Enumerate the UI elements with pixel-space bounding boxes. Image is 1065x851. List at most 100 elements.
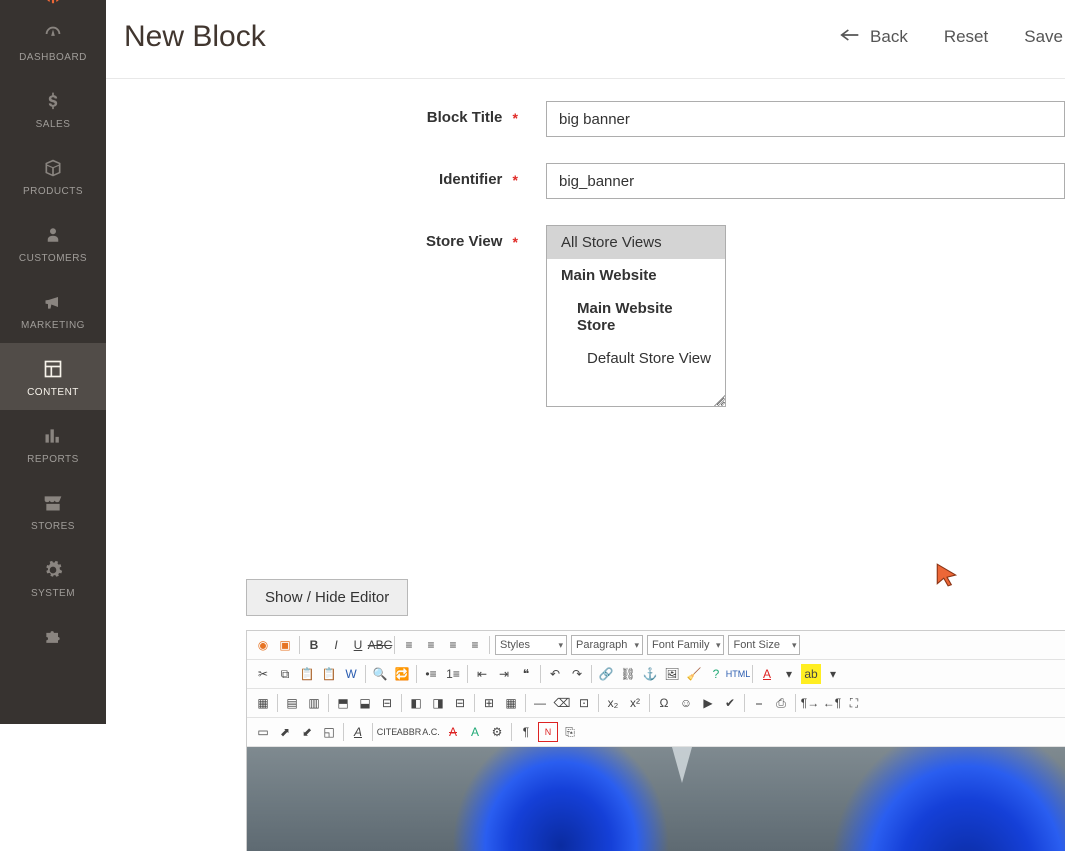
sidebar-item-dashboard[interactable]: DASHBOARD: [0, 8, 106, 75]
remove-format-icon[interactable]: ⌫: [552, 693, 572, 713]
styleprops-icon[interactable]: A: [348, 722, 368, 742]
template-icon[interactable]: ⎘: [560, 722, 580, 742]
bullet-list-icon[interactable]: •≡: [421, 664, 441, 684]
outdent-icon[interactable]: ⇤: [472, 664, 492, 684]
sub-icon[interactable]: x₂: [603, 693, 623, 713]
store-option-website[interactable]: Main Website: [547, 259, 725, 292]
sidebar-item-content[interactable]: CONTENT: [0, 343, 106, 410]
block-title-input[interactable]: [546, 101, 1065, 137]
visualchars-icon[interactable]: ¶: [516, 722, 536, 742]
sidebar-item-reports[interactable]: REPORTS: [0, 410, 106, 477]
dropdown-icon[interactable]: ▾: [779, 664, 799, 684]
merge-cells-icon[interactable]: ▦: [501, 693, 521, 713]
row-props-icon[interactable]: ▤: [282, 693, 302, 713]
hr-icon[interactable]: —: [530, 693, 550, 713]
unlink-icon[interactable]: ⛓: [618, 664, 638, 684]
media-icon[interactable]: ▶: [698, 693, 718, 713]
sidebar-item-stores[interactable]: STORES: [0, 477, 106, 544]
forecolor-icon[interactable]: A: [757, 664, 777, 684]
toggle-editor-button[interactable]: Show / Hide Editor: [246, 579, 408, 616]
row-before-icon[interactable]: ⬒: [333, 693, 353, 713]
back-button[interactable]: Back: [840, 27, 908, 47]
magento-widget-icon[interactable]: ▣: [275, 635, 295, 655]
align-center-icon[interactable]: ≡: [421, 635, 441, 655]
move-backward-icon[interactable]: ⬋: [297, 722, 317, 742]
format-select[interactable]: Paragraph: [571, 635, 643, 655]
find-icon[interactable]: 🔍: [370, 664, 390, 684]
backcolor-icon[interactable]: ab: [801, 664, 821, 684]
store-option-store[interactable]: Main Website Store: [547, 292, 725, 342]
store-option-all[interactable]: All Store Views: [547, 226, 725, 259]
iespell-icon[interactable]: ✔: [720, 693, 740, 713]
styles-select[interactable]: Styles: [495, 635, 567, 655]
cell-props-icon[interactable]: ▥: [304, 693, 324, 713]
identifier-input[interactable]: [546, 163, 1065, 199]
del-icon[interactable]: A: [443, 722, 463, 742]
widget-icon[interactable]: ◉: [253, 635, 273, 655]
abbr-icon[interactable]: ABBR: [399, 722, 419, 742]
move-forward-icon[interactable]: ⬈: [275, 722, 295, 742]
paste-text-icon[interactable]: 📋: [319, 664, 339, 684]
attribs-icon[interactable]: ⚙: [487, 722, 507, 742]
layer-icon[interactable]: ▭: [253, 722, 273, 742]
sup-icon[interactable]: x²: [625, 693, 645, 713]
strikethrough-icon[interactable]: ABC: [370, 635, 390, 655]
cut-icon[interactable]: ✂: [253, 664, 273, 684]
link-icon[interactable]: 🔗: [596, 664, 616, 684]
indent-icon[interactable]: ⇥: [494, 664, 514, 684]
col-after-icon[interactable]: ◨: [428, 693, 448, 713]
image-icon[interactable]: 🖼: [662, 664, 682, 684]
rtl-icon[interactable]: ←¶: [822, 693, 842, 713]
fontfamily-select[interactable]: Font Family: [647, 635, 724, 655]
print-icon[interactable]: ⎙: [771, 693, 791, 713]
table-icon[interactable]: ▦: [253, 693, 273, 713]
delete-row-icon[interactable]: ⊟: [377, 693, 397, 713]
visualaid-icon[interactable]: ⊡: [574, 693, 594, 713]
align-left-icon[interactable]: ≡: [399, 635, 419, 655]
align-justify-icon[interactable]: ≡: [465, 635, 485, 655]
sidebar-item-marketing[interactable]: MARKETING: [0, 276, 106, 343]
sidebar-item-products[interactable]: PRODUCTS: [0, 142, 106, 209]
cite-icon[interactable]: CITE: [377, 722, 397, 742]
sidebar-item-customers[interactable]: CUSTOMERS: [0, 209, 106, 276]
fullscreen-icon[interactable]: ⛶: [844, 693, 864, 713]
underline-icon[interactable]: U: [348, 635, 368, 655]
fontsize-select[interactable]: Font Size: [728, 635, 800, 655]
align-right-icon[interactable]: ≡: [443, 635, 463, 655]
absolute-icon[interactable]: ◱: [319, 722, 339, 742]
ins-icon[interactable]: A: [465, 722, 485, 742]
blockquote-icon[interactable]: ❝: [516, 664, 536, 684]
paste-icon[interactable]: 📋: [297, 664, 317, 684]
sidebar-item-extensions[interactable]: [0, 611, 106, 649]
split-cells-icon[interactable]: ⊞: [479, 693, 499, 713]
undo-icon[interactable]: ↶: [545, 664, 565, 684]
sidebar-item-system[interactable]: SYSTEM: [0, 544, 106, 611]
help-icon[interactable]: ?: [706, 664, 726, 684]
italic-icon[interactable]: I: [326, 635, 346, 655]
col-before-icon[interactable]: ◧: [406, 693, 426, 713]
emoticons-icon[interactable]: ☺: [676, 693, 696, 713]
anchor-icon[interactable]: ⚓: [640, 664, 660, 684]
editor-content-image[interactable]: [247, 747, 1065, 851]
dropdown-icon[interactable]: ▾: [823, 664, 843, 684]
redo-icon[interactable]: ↷: [567, 664, 587, 684]
save-button[interactable]: Save: [1024, 27, 1063, 47]
cleanup-icon[interactable]: 🧹: [684, 664, 704, 684]
sidebar-item-sales[interactable]: SALES: [0, 75, 106, 142]
charmap-icon[interactable]: Ω: [654, 693, 674, 713]
row-after-icon[interactable]: ⬓: [355, 693, 375, 713]
code-icon[interactable]: HTML: [728, 664, 748, 684]
ltr-icon[interactable]: ¶→: [800, 693, 820, 713]
store-view-select[interactable]: All Store Views Main Website Main Websit…: [546, 225, 726, 407]
number-list-icon[interactable]: 1≡: [443, 664, 463, 684]
copy-icon[interactable]: ⧉: [275, 664, 295, 684]
replace-icon[interactable]: 🔁: [392, 664, 412, 684]
paste-word-icon[interactable]: W: [341, 664, 361, 684]
bold-icon[interactable]: B: [304, 635, 324, 655]
reset-button[interactable]: Reset: [944, 27, 988, 47]
delete-col-icon[interactable]: ⊟: [450, 693, 470, 713]
nonbreaking-icon[interactable]: N: [538, 722, 558, 742]
store-option-view[interactable]: Default Store View: [547, 342, 725, 375]
advhr-icon[interactable]: ⎯: [749, 693, 769, 713]
acronym-icon[interactable]: A.C.: [421, 722, 441, 742]
